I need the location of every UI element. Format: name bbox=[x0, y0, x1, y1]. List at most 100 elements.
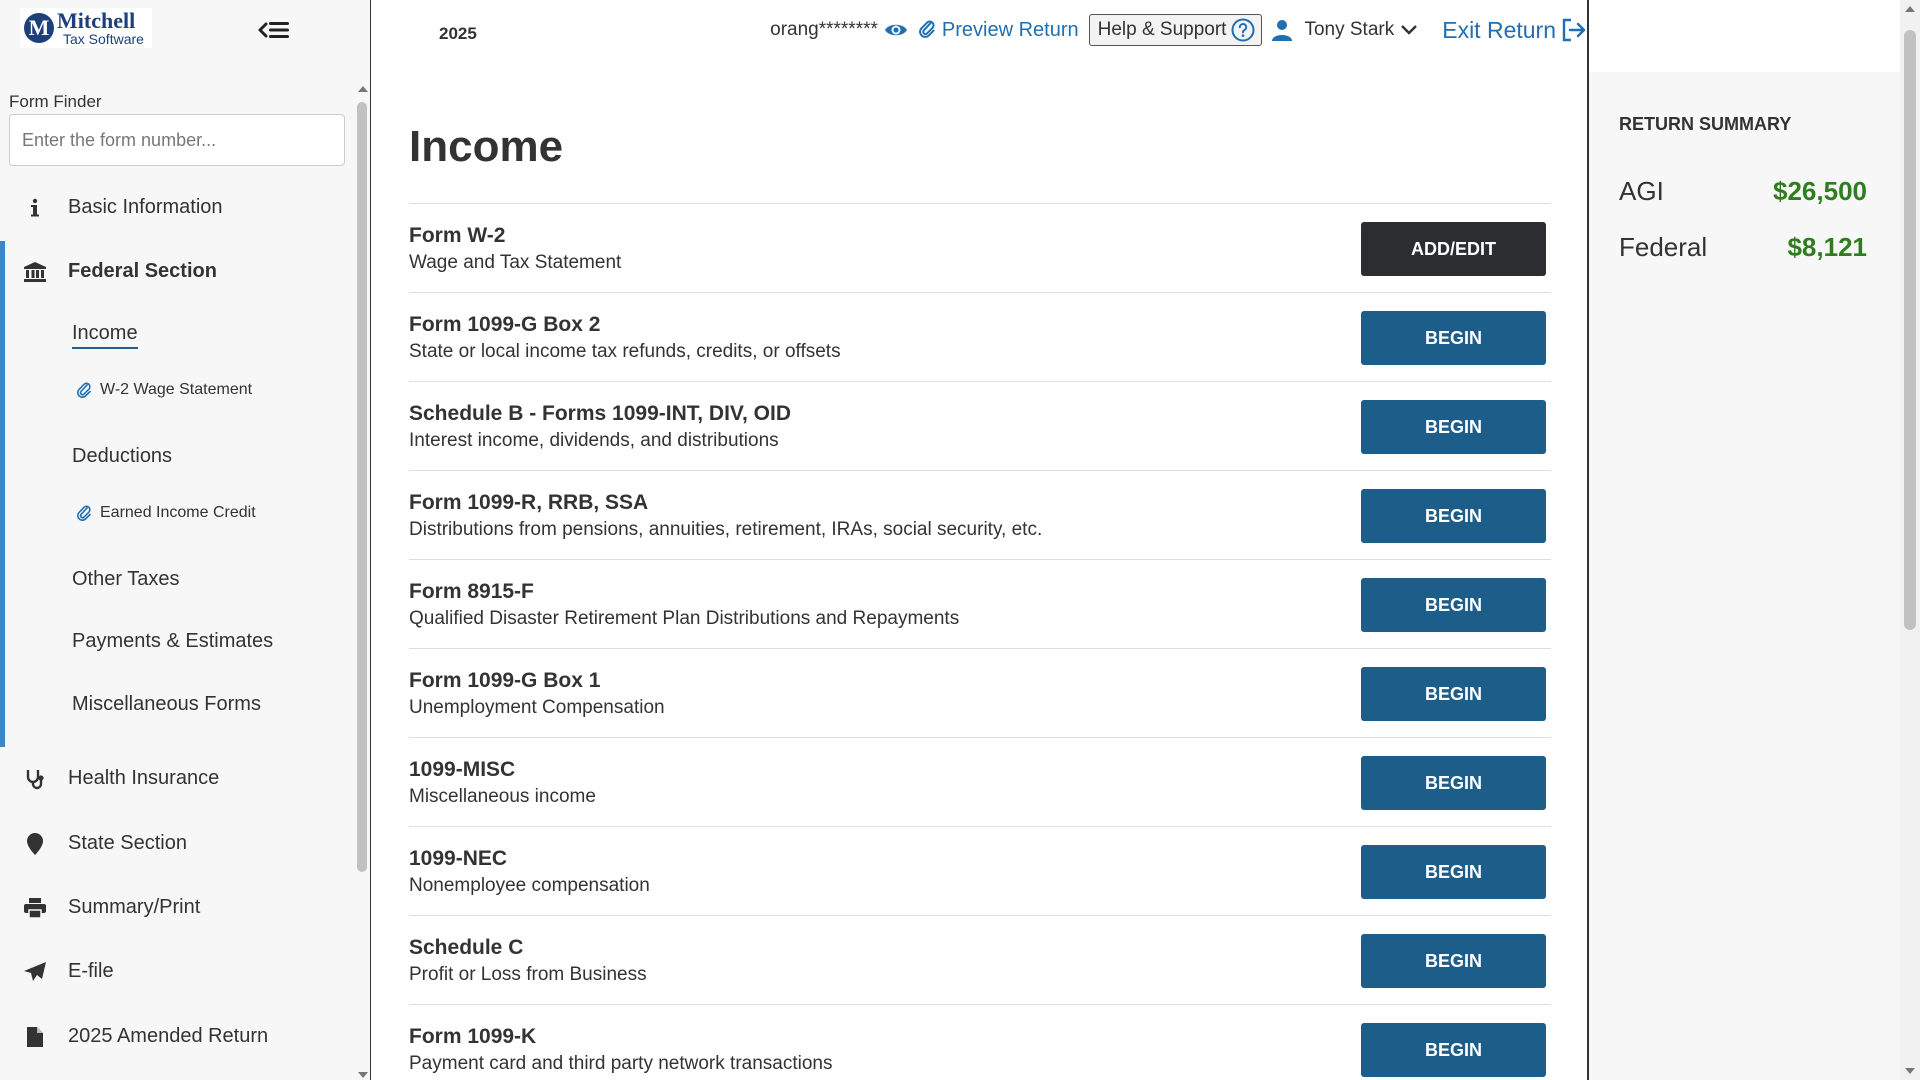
help-support-button[interactable]: Help & Support bbox=[1088, 14, 1263, 46]
begin-button[interactable]: BEGIN bbox=[1361, 667, 1546, 721]
begin-button[interactable]: BEGIN bbox=[1361, 756, 1546, 810]
page-scroll-thumb[interactable] bbox=[1904, 30, 1916, 630]
form-title: Form W-2 bbox=[409, 224, 506, 247]
form-row-1099r: Form 1099-R, RRB, SSA Distributions from… bbox=[409, 470, 1551, 559]
form-description: Payment card and third party network tra… bbox=[409, 1053, 833, 1074]
sidebar-item-summary-print[interactable]: Summary/Print bbox=[0, 887, 350, 927]
chevron-down-icon bbox=[1401, 25, 1418, 35]
preview-return-link[interactable]: Preview Return bbox=[918, 19, 1079, 42]
exit-return-label: Exit Return bbox=[1442, 16, 1556, 43]
form-row-schedule-b: Schedule B - Forms 1099-INT, DIV, OID In… bbox=[409, 381, 1551, 470]
sidebar-item-federal-section[interactable]: Federal Section bbox=[0, 251, 350, 291]
user-icon bbox=[1272, 20, 1293, 41]
sign-out-icon bbox=[1562, 18, 1586, 42]
form-finder-input[interactable] bbox=[9, 114, 345, 166]
form-finder-label: Form Finder bbox=[9, 92, 102, 111]
sidebar-item-label: E-file bbox=[68, 959, 114, 982]
form-title: Form 1099-G Box 1 bbox=[409, 669, 601, 692]
form-description: Interest income, dividends, and distribu… bbox=[409, 430, 779, 451]
form-row-1099g-box2: Form 1099-G Box 2 State or local income … bbox=[409, 292, 1551, 381]
begin-button[interactable]: BEGIN bbox=[1361, 400, 1546, 454]
sidebar-item-basic-information[interactable]: Basic Information bbox=[0, 187, 350, 227]
form-row-1099k: Form 1099-K Payment card and third party… bbox=[409, 1004, 1551, 1080]
return-summary-title: RETURN SUMMARY bbox=[1619, 114, 1792, 134]
top-bar-actions: orang******** Preview Return Help & Supp… bbox=[770, 12, 1587, 48]
form-row-schedule-c: Schedule C Profit or Loss from Business … bbox=[409, 915, 1551, 1004]
paperclip-icon bbox=[76, 505, 91, 521]
summary-label: Federal bbox=[1619, 232, 1708, 262]
tax-year: 2025 bbox=[439, 24, 477, 43]
summary-value: $8,121 bbox=[1787, 232, 1867, 262]
sidebar: M Mitchell Tax Software Form Finder Ente… bbox=[0, 0, 371, 1080]
form-title: Schedule C bbox=[409, 936, 524, 959]
sidebar-subitem-earned-income-credit[interactable]: Earned Income Credit bbox=[76, 504, 256, 522]
form-description: Distributions from pensions, annuities, … bbox=[409, 519, 1043, 540]
sidebar-scroll-thumb[interactable] bbox=[357, 102, 367, 872]
form-description: Profit or Loss from Business bbox=[409, 964, 647, 985]
sidebar-subitem-other-taxes[interactable]: Other Taxes bbox=[72, 568, 179, 591]
sidebar-item-amended-return[interactable]: 2025 Amended Return bbox=[0, 1016, 350, 1056]
form-description: Wage and Tax Statement bbox=[409, 252, 622, 273]
form-title: Form 1099-K bbox=[409, 1025, 537, 1048]
page-scrollbar[interactable] bbox=[1900, 0, 1920, 1080]
form-title: 1099-NEC bbox=[409, 847, 508, 870]
app: M Mitchell Tax Software Form Finder Ente… bbox=[0, 0, 1920, 1080]
summary-row-federal: Federal $8,121 bbox=[1619, 232, 1867, 263]
question-circle-icon bbox=[1231, 18, 1255, 42]
paperclip-icon bbox=[76, 382, 91, 398]
sidebar-item-label: Summary/Print bbox=[68, 895, 201, 918]
scroll-up-arrow-icon[interactable] bbox=[358, 86, 368, 92]
exit-return-link[interactable]: Exit Return bbox=[1442, 17, 1587, 44]
sidebar-subitem-payments-estimates[interactable]: Payments & Estimates bbox=[72, 630, 273, 653]
form-row-1099nec: 1099-NEC Nonemployee compensation BEGIN bbox=[409, 826, 1551, 915]
summary-label: AGI bbox=[1619, 176, 1664, 206]
bank-icon bbox=[24, 261, 46, 283]
info-icon bbox=[24, 197, 46, 219]
begin-button[interactable]: BEGIN bbox=[1361, 934, 1546, 988]
begin-button[interactable]: BEGIN bbox=[1361, 578, 1546, 632]
user-menu[interactable]: Tony Stark bbox=[1272, 19, 1418, 41]
account-id: orang******** bbox=[770, 19, 878, 40]
sidebar-subitem-w2-wage-statement[interactable]: W-2 Wage Statement bbox=[76, 381, 252, 399]
scroll-down-arrow-icon[interactable] bbox=[358, 1072, 368, 1078]
sidebar-item-e-file[interactable]: E-file bbox=[0, 951, 350, 991]
scroll-up-arrow-icon[interactable] bbox=[1905, 6, 1915, 12]
form-row-1099misc: 1099-MISC Miscellaneous income BEGIN bbox=[409, 737, 1551, 826]
begin-button[interactable]: BEGIN bbox=[1361, 311, 1546, 365]
collapse-sidebar-icon[interactable] bbox=[252, 16, 292, 44]
form-description: State or local income tax refunds, credi… bbox=[409, 341, 841, 362]
sidebar-item-label: 2025 Amended Return bbox=[68, 1024, 269, 1047]
mitchell-logo[interactable]: M Mitchell Tax Software bbox=[20, 8, 152, 48]
begin-button[interactable]: BEGIN bbox=[1361, 1023, 1546, 1077]
help-support-label: Help & Support bbox=[1097, 19, 1227, 40]
form-row-8915f: Form 8915-F Qualified Disaster Retiremen… bbox=[409, 559, 1551, 648]
eye-icon[interactable] bbox=[884, 20, 908, 40]
paper-plane-icon bbox=[24, 961, 46, 983]
subitem-label: W-2 Wage Statement bbox=[100, 381, 253, 398]
begin-button[interactable]: BEGIN bbox=[1361, 489, 1546, 543]
form-title: Form 1099-R, RRB, SSA bbox=[409, 491, 649, 514]
federal-section-active-bar bbox=[0, 241, 5, 747]
form-title: Form 8915-F bbox=[409, 580, 534, 603]
logo-name: Mitchell bbox=[57, 8, 136, 33]
sidebar-subitem-miscellaneous-forms[interactable]: Miscellaneous Forms bbox=[72, 693, 261, 716]
return-summary-panel: RETURN SUMMARY AGI $26,500 Federal $8,12… bbox=[1587, 72, 1900, 1080]
form-row-w2: Form W-2 Wage and Tax Statement ADD/EDIT bbox=[409, 203, 1551, 292]
sidebar-item-health-insurance[interactable]: Health Insurance bbox=[0, 758, 350, 798]
sidebar-item-state-section[interactable]: State Section bbox=[0, 823, 350, 863]
sidebar-item-label: State Section bbox=[68, 831, 187, 854]
sidebar-item-label: Health Insurance bbox=[68, 766, 220, 789]
sidebar-item-label: Federal Section bbox=[68, 259, 217, 282]
add-edit-button[interactable]: ADD/EDIT bbox=[1361, 222, 1546, 276]
sidebar-subitem-deductions[interactable]: Deductions bbox=[72, 445, 172, 468]
sidebar-subitem-income[interactable]: Income bbox=[72, 322, 138, 349]
paperclip-icon bbox=[918, 20, 935, 38]
begin-button[interactable]: BEGIN bbox=[1361, 845, 1546, 899]
summary-row-agi: AGI $26,500 bbox=[1619, 176, 1867, 207]
logo-bar: M Mitchell Tax Software bbox=[0, 0, 371, 60]
form-description: Miscellaneous income bbox=[409, 786, 596, 807]
scroll-down-arrow-icon[interactable] bbox=[1905, 1068, 1915, 1074]
sidebar-item-label: Basic Information bbox=[68, 195, 223, 218]
sidebar-scrollbar[interactable] bbox=[357, 86, 368, 1080]
form-title: Schedule B - Forms 1099-INT, DIV, OID bbox=[409, 402, 791, 425]
